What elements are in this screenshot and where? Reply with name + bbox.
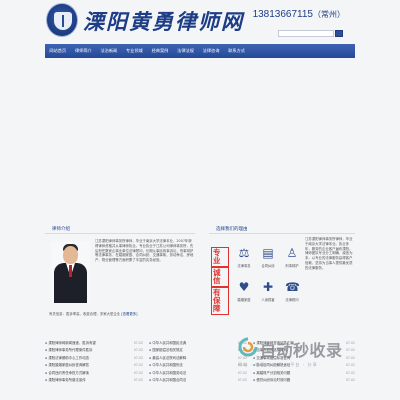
stamp-professional: 专业	[211, 247, 229, 267]
reasons-section: 选择我们的理由 专业 诚信 有保障 ⚖ 法律事务 ▤ 合同纠纷 ♙ 刑事辩护 ♥…	[209, 225, 355, 325]
lawyer-intro-text: 江苏溧阳律师事务所律师，毕业于南京大学法律本业，2007年获得律师资格并从事律师…	[95, 239, 194, 263]
service-label: 合同纠纷	[261, 264, 275, 268]
service-label: 法律事务	[237, 264, 251, 268]
view-more-link[interactable]: [查看更多]	[121, 312, 137, 316]
family-icon: ♥	[238, 280, 250, 294]
watermark-logo-icon	[238, 337, 258, 357]
law-emblem-icon[interactable]	[46, 3, 78, 37]
watermark-title: 自动秒收录	[260, 341, 343, 360]
service-item[interactable]: ♙ 刑事辩护	[281, 243, 303, 271]
main-nav: 网站首页 律师简介 法治新闻 专业领域 经典案例 法律法规 法律咨询 联系方式	[45, 44, 355, 58]
person-icon: ♙	[286, 246, 298, 260]
reasons-stamps: 专业 诚信 有保障	[211, 237, 229, 315]
service-item[interactable]: ▤ 合同纠纷	[257, 243, 279, 271]
service-icon-grid: ⚖ 法律事务 ▤ 合同纠纷 ♙ 刑事辩护 ♥ 婚姻家庭 ✚ 人身损害 ☎ 法律顾…	[233, 243, 303, 313]
nav-item-home[interactable]: 网站首页	[45, 44, 71, 58]
site-header: 溧阳黄勇律师网 13813667115（常州）	[45, 0, 355, 44]
service-item[interactable]: ✚ 人身损害	[257, 277, 279, 305]
site-title[interactable]: 溧阳黄勇律师网	[83, 6, 244, 36]
content-columns: 律师介绍 江苏溧阳律师事务所律师，毕业于南京大学法律本业，2007年获得律师资格…	[45, 225, 355, 325]
list-item[interactable]: ▪中华人民共和国合同法 07-02	[149, 377, 247, 384]
scales-icon: ⚖	[238, 246, 250, 260]
service-item[interactable]: ♥ 婚姻家庭	[233, 277, 255, 305]
news-list-laws: ▪中华人民共和国民法典 07-02 ▪国家赔偿法相关规定 07-02 ▪最高人民法院…	[149, 340, 247, 384]
reasons-text: 江苏溧阳律师事务所律师，毕业于南京大学法律本业。执业多年，服务的企业客户遍布溧阳…	[305, 237, 353, 270]
list-item[interactable]: ▪溧阳律师网新闻速递，胜诉有望 07-02	[45, 340, 143, 347]
advisor-icon: ☎	[285, 280, 300, 294]
phone-city: （常州）	[313, 10, 345, 19]
page: 溧阳黄勇律师网 13813667115（常州） 网站首页 律师简介 法治新闻 专…	[0, 0, 400, 400]
list-item[interactable]: ▪中华人民共和国民法典 07-02	[149, 340, 247, 347]
watermark: 自动秒收录 网站 · 收录 · 工具 · 平台 · 分享	[236, 333, 386, 373]
watermark-subtitle: 网站 · 收录 · 工具 · 平台 · 分享	[238, 362, 318, 367]
lawyer-intro-section: 律师介绍 江苏溧阳律师事务所律师，毕业于南京大学法律本业，2007年获得律师资格…	[45, 225, 195, 325]
list-item[interactable]: ▪最高人民法院司法解释 07-02	[149, 355, 247, 362]
list-item[interactable]: ▪溧阳律师事务所普法宣传 07-02	[45, 377, 143, 384]
injury-icon: ✚	[262, 280, 274, 294]
service-label: 刑事辩护	[285, 264, 299, 268]
service-item[interactable]: ☎ 法律顾问	[281, 277, 303, 305]
contact-phone: 13813667115（常州）	[253, 9, 345, 20]
service-label: 法律顾问	[285, 298, 299, 302]
search-input[interactable]	[278, 30, 334, 37]
list-item[interactable]: ▪中华人民共和国劳动法 07-02	[149, 370, 247, 377]
document-icon: ▤	[262, 246, 274, 260]
service-label: 人身损害	[261, 298, 275, 302]
phone-number: 13813667115	[252, 9, 313, 20]
list-item[interactable]: ▪国家赔偿法相关规定 07-02	[149, 347, 247, 354]
list-item[interactable]: ▪借贷纠纷诉讼时效问题 07-02	[253, 377, 355, 384]
service-item[interactable]: ⚖ 法律事务	[233, 243, 255, 271]
lawyer-intro-title: 律师介绍	[45, 225, 195, 234]
nav-item-consult[interactable]: 法律咨询	[198, 44, 224, 58]
nav-item-practice-areas[interactable]: 专业领域	[122, 44, 148, 58]
nav-item-cases[interactable]: 经典案例	[147, 44, 173, 58]
news-list-legal-news: ▪溧阳律师网新闻速递，胜诉有望 07-02 ▪溧阳律师事务所代理案件胜诉 07-02…	[45, 340, 143, 384]
list-item[interactable]: ▪溧阳律师事务所代理案件胜诉 07-02	[45, 347, 143, 354]
lawyer-intro-footer-text: 有关信息：胜诉率高，收费合理，多家大型企业	[49, 312, 121, 316]
reasons-title: 选择我们的理由	[209, 225, 355, 234]
site-wrapper: 溧阳黄勇律师网 13813667115（常州） 网站首页 律师简介 法治新闻 专…	[45, 0, 355, 218]
nav-item-legal-news[interactable]: 法治新闻	[96, 44, 122, 58]
nav-item-contact[interactable]: 联系方式	[224, 44, 250, 58]
stamp-guaranteed: 有保障	[211, 287, 229, 315]
list-item[interactable]: ▪溧阳法律援助中心工作动态 07-02	[45, 355, 143, 362]
list-item[interactable]: ▪溧阳婚姻家庭纠纷咨询解答 07-02	[45, 362, 143, 369]
banner-area	[45, 58, 355, 218]
lawyer-intro-footer: 有关信息：胜诉率高，收费合理，多家大型企业 [查看更多]	[49, 311, 195, 316]
list-item[interactable]: ▪合同违约责任承担方式解读 07-02	[45, 370, 143, 377]
service-label: 婚姻家庭	[237, 298, 251, 302]
nav-item-lawyer-profile[interactable]: 律师简介	[71, 44, 97, 58]
list-item[interactable]: ▪中华人民共和国刑法 07-02	[149, 362, 247, 369]
stamp-integrity: 诚信	[211, 267, 229, 287]
search-button[interactable]	[335, 30, 343, 37]
nav-item-laws[interactable]: 法律法规	[173, 44, 199, 58]
lawyer-photo[interactable]	[51, 241, 90, 303]
